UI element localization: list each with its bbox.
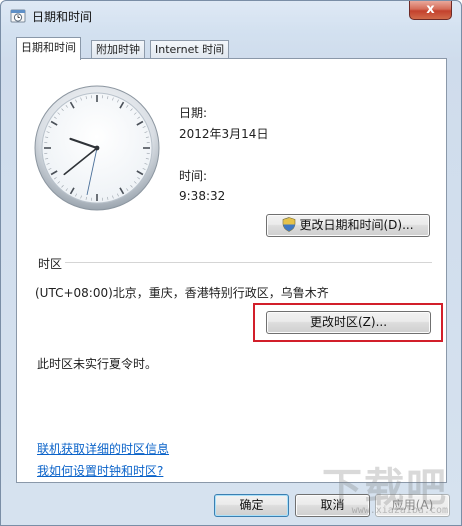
uac-shield-icon [283,217,296,232]
date-time-dialog: 日期和时间 x 日期和时间 附加时钟 Internet 时间 日期: 2012年… [0,0,462,526]
window-title: 日期和时间 [32,10,93,24]
tab-date-time[interactable]: 日期和时间 [16,37,81,60]
time-value: 9:38:32 [179,189,226,203]
title-bar: 日期和时间 x [1,1,461,31]
clock-window-icon [10,9,26,23]
analog-clock [34,85,160,211]
time-label: 时间: [179,169,208,183]
timezone-value: (UTC+08:00)北京，重庆，香港特别行政区，乌鲁木齐 [35,286,329,300]
close-icon: x [426,2,435,17]
how-to-set-clock-link[interactable]: 我如何设置时钟和时区? [37,462,163,479]
change-timezone-button[interactable]: 更改时区(Z)... [266,311,431,334]
change-date-time-label: 更改日期和时间(D)... [299,218,414,232]
timezone-section-label: 时区 [38,257,63,271]
tab-additional-clocks[interactable]: 附加时钟 [91,40,145,59]
date-value: 2012年3月14日 [179,127,269,141]
close-button[interactable]: x [409,1,452,20]
online-timezone-info-link[interactable]: 联机获取详细的时区信息 [37,440,169,457]
date-label: 日期: [179,106,208,120]
change-date-time-button[interactable]: 更改日期和时间(D)... [266,214,430,237]
clock-center-pin [94,145,100,151]
cancel-button[interactable]: 取消 [295,494,370,517]
timezone-divider [65,262,432,263]
ok-button[interactable]: 确定 [214,494,289,517]
apply-button[interactable]: 应用(A) [375,494,450,517]
dst-note: 此时区未实行夏令时。 [37,357,158,371]
tab-internet-time[interactable]: Internet 时间 [150,40,230,59]
tab-panel: 日期: 2012年3月14日 时间: 9:38:32 更改日期和时间(D)...… [16,58,447,483]
